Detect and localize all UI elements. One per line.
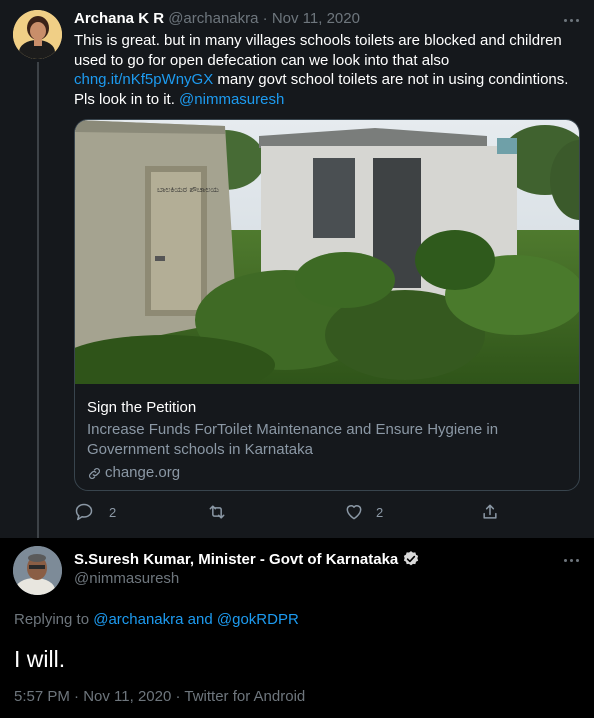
mention-link[interactable]: @nimmasuresh: [179, 91, 284, 108]
petition-link[interactable]: chng.it/nKf5pWnyGX: [74, 71, 213, 88]
author-handle[interactable]: @archanakra: [168, 10, 258, 27]
verified-badge-icon: [404, 551, 419, 566]
replying-prefix: Replying to: [14, 611, 94, 628]
tweet-text: This is great. but in many villages scho…: [74, 31, 584, 109]
link-icon: [89, 467, 100, 479]
retweet-icon: [209, 505, 225, 519]
avatar[interactable]: [13, 10, 62, 59]
more-options-icon[interactable]: [562, 550, 582, 570]
tweet-timestamp[interactable]: 5:57 PM · Nov 11, 2020 · Twitter for And…: [14, 688, 305, 705]
replying-user-link[interactable]: @archanakra: [93, 611, 183, 628]
card-domain-text: change.org: [105, 464, 181, 481]
heart-icon: [346, 505, 362, 520]
like-count: 2: [376, 504, 384, 520]
retweet-button[interactable]: [206, 502, 228, 522]
tweet-date[interactable]: Nov 11, 2020: [272, 10, 360, 27]
card-image: ಬಾಲಕಿಯರ ಶೌಚಾಲಯ: [75, 120, 579, 384]
replying-and: and: [183, 611, 217, 628]
door-sign-text: ಬಾಲಕಿಯರ ಶೌಚಾಲಯ: [157, 185, 219, 194]
replying-to: Replying to @archanakra and @gokRDPR: [14, 611, 299, 628]
reply-count: 2: [109, 504, 117, 520]
tweet-header: Archana K R @archanakra · Nov 11, 2020: [74, 10, 360, 27]
more-options-icon[interactable]: [562, 10, 582, 30]
card-details: Sign the Petition Increase Funds ForToil…: [87, 398, 567, 483]
card-title: Sign the Petition: [87, 399, 197, 416]
tweet-actions: 2 2: [74, 502, 504, 524]
tweet-text: I will.: [14, 646, 66, 672]
share-button[interactable]: [480, 502, 500, 522]
author-name-row: S.Suresh Kumar, Minister - Govt of Karna…: [74, 550, 420, 568]
card-domain: change.org: [87, 463, 567, 483]
header-separator: ·: [262, 10, 268, 27]
tweet-archana[interactable]: Archana K R @archanakra · Nov 11, 2020 T…: [0, 0, 594, 538]
link-preview-card[interactable]: ಬಾಲಕಿಯರ ಶೌಚಾಲಯ Sign the Petition Increas…: [74, 119, 580, 491]
avatar[interactable]: [13, 546, 62, 595]
card-description: Increase Funds ForToilet Maintenance and…: [87, 421, 499, 458]
replying-user-link[interactable]: @gokRDPR: [217, 611, 299, 628]
reply-icon: [75, 503, 93, 521]
tweet-text-part1: This is great. but in many villages scho…: [74, 32, 562, 69]
share-icon: [483, 504, 497, 519]
reply-button[interactable]: 2: [74, 502, 116, 522]
thread-connector-line: [37, 62, 39, 538]
author-name[interactable]: Archana K R: [74, 10, 164, 27]
tweet-suresh-kumar[interactable]: S.Suresh Kumar, Minister - Govt of Karna…: [0, 538, 594, 718]
author-name[interactable]: S.Suresh Kumar, Minister - Govt of Karna…: [74, 551, 398, 568]
like-button[interactable]: 2: [344, 502, 383, 522]
author-handle[interactable]: @nimmasuresh: [74, 570, 179, 587]
